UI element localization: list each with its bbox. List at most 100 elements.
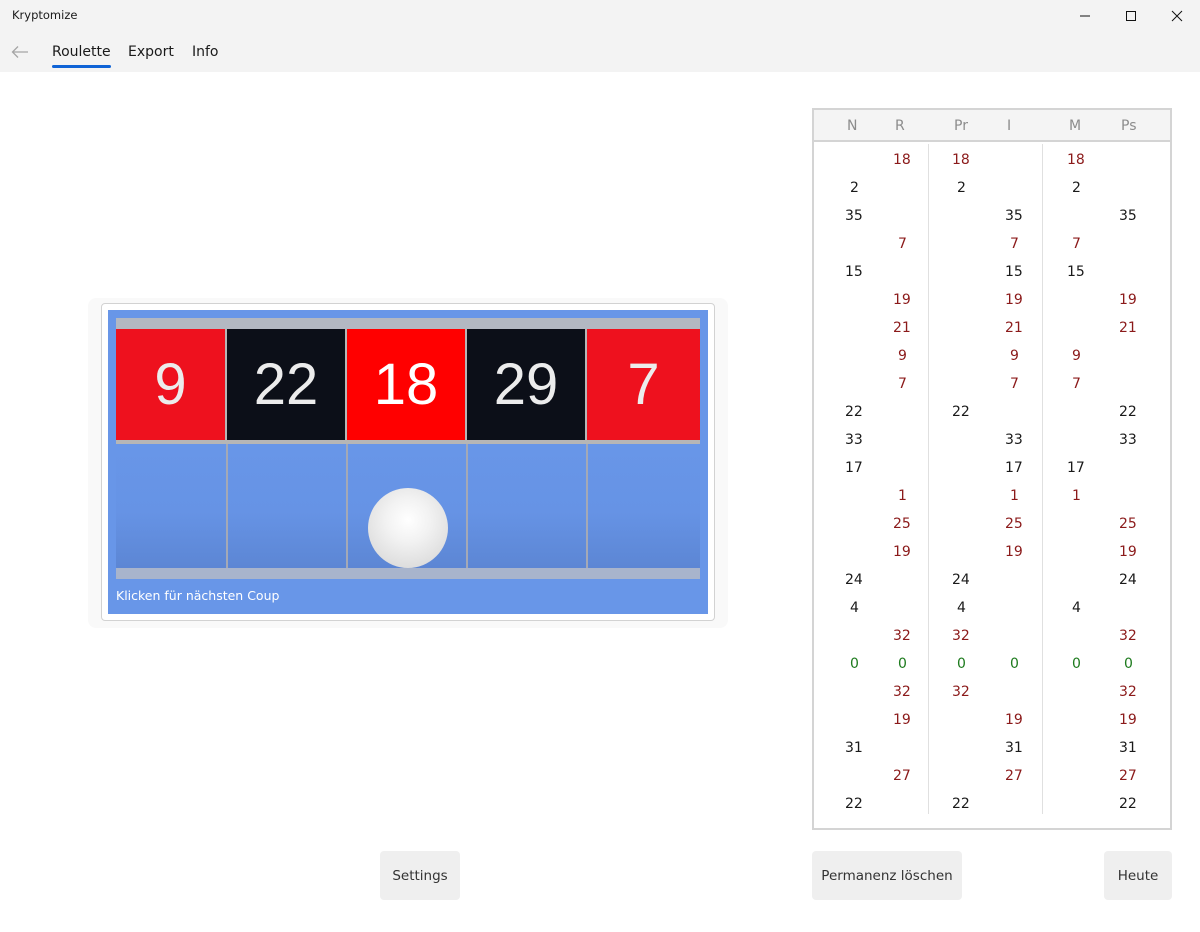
- permanenz-number: 18: [1067, 152, 1085, 168]
- minimize-button[interactable]: [1062, 0, 1108, 32]
- permanenz-number: 19: [1005, 544, 1023, 560]
- permanenz-row: 24 24 24: [814, 566, 1170, 594]
- permanenz-number: 2: [957, 180, 966, 196]
- permanenz-number: 31: [1005, 740, 1023, 756]
- permanenz-number: 31: [1119, 740, 1137, 756]
- permanenz-number: 33: [1005, 432, 1023, 448]
- permanenz-number: 9: [898, 348, 907, 364]
- permanenz-number: 22: [845, 404, 863, 420]
- permanenz-number: 0: [957, 656, 966, 672]
- permanenz-number: 0: [898, 656, 907, 672]
- today-button[interactable]: Heute: [1104, 851, 1172, 900]
- permanenz-number: 24: [845, 572, 863, 588]
- permanenz-number: 24: [952, 572, 970, 588]
- permanenz-row: 7 7 7: [814, 230, 1170, 258]
- permanenz-number: 7: [1072, 376, 1081, 392]
- permanenz-row: 33 33 33: [814, 426, 1170, 454]
- permanenz-row: 4 4 4: [814, 594, 1170, 622]
- permanenz-number: 21: [1005, 320, 1023, 336]
- permanenz-number: 33: [1119, 432, 1137, 448]
- permanenz-row: 32 32 32: [814, 678, 1170, 706]
- permanenz-number: 25: [1119, 516, 1137, 532]
- board-rail-top: [116, 318, 700, 329]
- number-cell: 22: [227, 329, 347, 440]
- permanenz-row: 32 32 32: [814, 622, 1170, 650]
- permanenz-number: 7: [898, 376, 907, 392]
- permanenz-number: 7: [1010, 376, 1019, 392]
- permanenz-number: 32: [952, 684, 970, 700]
- maximize-button[interactable]: [1108, 0, 1154, 32]
- back-button[interactable]: [8, 40, 32, 64]
- permanenz-number: 15: [1067, 264, 1085, 280]
- permanenz-number: 27: [1005, 768, 1023, 784]
- permanenz-number: 32: [952, 628, 970, 644]
- permanenz-number: 15: [1005, 264, 1023, 280]
- permanenz-number: 9: [1072, 348, 1081, 364]
- permanenz-number: 31: [845, 740, 863, 756]
- lane-divider: [466, 444, 468, 568]
- permanenz-row: 27 27 27: [814, 762, 1170, 790]
- column-header: M: [1069, 118, 1082, 134]
- permanenz-header: N R Pr I M Ps: [814, 110, 1170, 142]
- board-rail-bottom: [116, 568, 700, 579]
- permanenz-number: 4: [957, 600, 966, 616]
- roulette-board[interactable]: 9 22 18 29 7 Klicken für nächsten Coup: [108, 310, 708, 614]
- permanenz-number: 22: [1119, 404, 1137, 420]
- permanenz-row: 2 2 2: [814, 174, 1170, 202]
- permanenz-row: 19 19 19: [814, 286, 1170, 314]
- tab-info[interactable]: Info: [192, 44, 219, 60]
- permanenz-row: 1 1 1: [814, 482, 1170, 510]
- permanenz-number: 18: [952, 152, 970, 168]
- app-title: Kryptomize: [12, 8, 78, 22]
- permanenz-row: 22 22 22: [814, 398, 1170, 426]
- clear-permanenz-button[interactable]: Permanenz löschen: [812, 851, 962, 900]
- column-header: Ps: [1121, 118, 1137, 134]
- lane-divider: [226, 444, 228, 568]
- permanenz-number: 2: [1072, 180, 1081, 196]
- permanenz-number: 25: [1005, 516, 1023, 532]
- next-coup-hint: Klicken für nächsten Coup: [116, 588, 280, 603]
- permanenz-number: 21: [1119, 320, 1137, 336]
- permanenz-number: 19: [1005, 292, 1023, 308]
- permanenz-row: 18 18 18: [814, 146, 1170, 174]
- permanenz-number: 7: [1072, 236, 1081, 252]
- lane-divider: [346, 444, 348, 568]
- permanenz-number: 19: [1119, 544, 1137, 560]
- minimize-icon: [1080, 15, 1090, 17]
- permanenz-number: 27: [1119, 768, 1137, 784]
- permanenz-number: 7: [898, 236, 907, 252]
- permanenz-number: 22: [952, 796, 970, 812]
- permanenz-number: 17: [1067, 460, 1085, 476]
- permanenz-number: 19: [893, 292, 911, 308]
- permanenz-row: 19 19 19: [814, 706, 1170, 734]
- permanenz-row: 22 22 22: [814, 790, 1170, 818]
- permanenz-row: 21 21 21: [814, 314, 1170, 342]
- close-icon: [1171, 10, 1183, 22]
- permanenz-row: 7 7 7: [814, 370, 1170, 398]
- permanenz-number: 0: [1072, 656, 1081, 672]
- lane-divider: [586, 444, 588, 568]
- roulette-ball: [368, 488, 448, 568]
- permanenz-number: 25: [893, 516, 911, 532]
- close-button[interactable]: [1154, 0, 1200, 32]
- column-header: N: [847, 118, 858, 134]
- permanenz-number: 17: [1005, 460, 1023, 476]
- tab-roulette[interactable]: Roulette: [52, 44, 111, 68]
- permanenz-number: 1: [898, 488, 907, 504]
- permanenz-number: 0: [850, 656, 859, 672]
- permanenz-number: 4: [850, 600, 859, 616]
- permanenz-number: 22: [1119, 796, 1137, 812]
- permanenz-number: 32: [893, 684, 911, 700]
- permanenz-number: 1: [1072, 488, 1081, 504]
- permanenz-number: 18: [893, 152, 911, 168]
- permanenz-number: 19: [893, 712, 911, 728]
- permanenz-number: 22: [952, 404, 970, 420]
- settings-button[interactable]: Settings: [380, 851, 460, 900]
- permanenz-number: 35: [1005, 208, 1023, 224]
- permanenz-table: N R Pr I M Ps 18 18 18 2 2 2 35 35 35 7 7 7 15 15 15 19 19 19 2…: [812, 108, 1172, 830]
- column-header: Pr: [954, 118, 968, 134]
- permanenz-number: 1: [1010, 488, 1019, 504]
- nav-bar: Roulette Export Info: [0, 32, 1200, 72]
- tab-export[interactable]: Export: [128, 44, 174, 60]
- maximize-icon: [1126, 11, 1136, 21]
